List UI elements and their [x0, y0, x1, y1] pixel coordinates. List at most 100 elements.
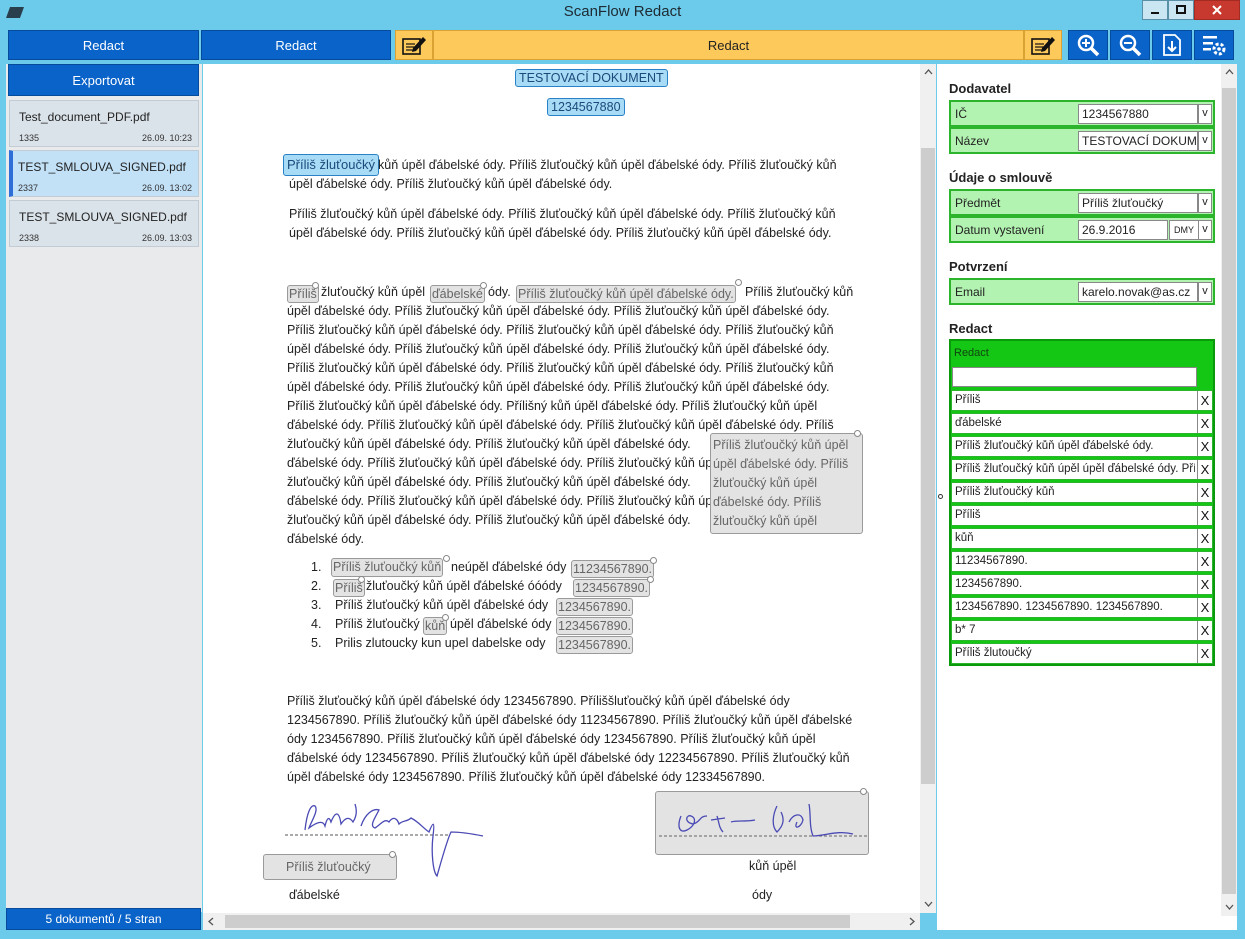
- redaction-highlight[interactable]: 1234567890.: [573, 579, 650, 597]
- date-input[interactable]: 26.9.2016: [1078, 220, 1168, 240]
- redaction-highlight[interactable]: 1234567890.: [556, 636, 633, 654]
- remove-highlight-icon[interactable]: [650, 557, 657, 564]
- redact-button-2[interactable]: Redact: [201, 30, 391, 60]
- scroll-right-arrow-icon[interactable]: [908, 917, 916, 926]
- date-dropdown-chevron-icon[interactable]: v: [1198, 220, 1212, 240]
- document-text-line: Příliš žluťoučký kůň: [745, 285, 854, 299]
- edit-mode-button-right[interactable]: [1024, 30, 1062, 60]
- panel-scroll-thumb[interactable]: [1222, 88, 1236, 894]
- remove-highlight-icon[interactable]: [389, 851, 396, 858]
- name-dropdown-chevron-icon[interactable]: v: [1198, 131, 1212, 151]
- remove-term-button[interactable]: X: [1197, 483, 1212, 502]
- redaction-highlight[interactable]: 1234567890.: [556, 617, 633, 635]
- remove-highlight-icon[interactable]: [647, 576, 654, 583]
- remove-term-button[interactable]: X: [1197, 575, 1212, 594]
- document-text-line: Prilis zlutoucky kun upel dabelske ody: [335, 636, 546, 650]
- field-subject: Předmět Příliš žluťoučký v: [949, 189, 1215, 216]
- redaction-highlight[interactable]: 11234567890.: [571, 560, 655, 578]
- remove-highlight-icon[interactable]: [442, 614, 449, 621]
- redact-term-item[interactable]: 1234567890. 1234567890. 1234567890. X: [951, 597, 1213, 618]
- redact-button-1[interactable]: Redact: [8, 30, 199, 60]
- document-vertical-scroll-thumb[interactable]: [921, 148, 935, 784]
- remove-term-button[interactable]: X: [1197, 552, 1212, 571]
- remove-highlight-icon[interactable]: [854, 430, 861, 437]
- redaction-highlight-signature-right[interactable]: [655, 791, 869, 855]
- remove-term-button[interactable]: X: [1197, 460, 1212, 479]
- zoom-in-button[interactable]: [1068, 30, 1108, 60]
- document-name: TEST_SMLOUVA_SIGNED.pdf: [18, 160, 186, 174]
- document-text-line: úpěl ďábelské ódy. Příliš žluťoučký kůň …: [289, 177, 613, 191]
- redact-term-item[interactable]: kůň X: [951, 528, 1213, 549]
- redact-term-item[interactable]: Příliš žluťoučký kůň X: [951, 482, 1213, 503]
- redact-term-item[interactable]: Příliš X: [951, 390, 1213, 411]
- ic-dropdown-chevron-icon[interactable]: v: [1198, 104, 1212, 124]
- subject-input[interactable]: Příliš žluťoučký: [1078, 193, 1198, 213]
- document-list-item-selected[interactable]: TEST_SMLOUVA_SIGNED.pdf 2337 26.09. 13:0…: [9, 150, 199, 197]
- scroll-down-arrow-icon[interactable]: [924, 900, 933, 908]
- remove-highlight-icon[interactable]: [443, 555, 450, 562]
- splitter-handle-icon[interactable]: [938, 494, 943, 499]
- remove-highlight-icon[interactable]: [480, 282, 487, 289]
- remove-term-button[interactable]: X: [1197, 644, 1212, 663]
- redact-term-item[interactable]: b* 7 X: [951, 620, 1213, 641]
- edit-mode-button[interactable]: [395, 30, 433, 60]
- settings-button[interactable]: [1194, 30, 1234, 60]
- remove-highlight-icon[interactable]: [312, 282, 319, 289]
- document-name: TEST_SMLOUVA_SIGNED.pdf: [19, 210, 187, 224]
- redact-term-item[interactable]: Příliš žluťoučký kůň úpěl ďábelské ódy. X: [951, 436, 1213, 457]
- scroll-up-arrow-icon[interactable]: [924, 68, 933, 76]
- zoom-out-button[interactable]: [1110, 30, 1150, 60]
- document-list-item[interactable]: Test_document_PDF.pdf 1335 26.09. 10:23: [9, 100, 199, 147]
- redaction-highlight[interactable]: ďábelské: [430, 285, 485, 303]
- ic-input[interactable]: 1234567880: [1078, 104, 1198, 124]
- maximize-button[interactable]: [1168, 0, 1194, 20]
- remove-highlight-icon[interactable]: [735, 279, 742, 286]
- redaction-highlight[interactable]: Příliš žluťoučký kůň úpěl ďábelské ódy.: [516, 285, 736, 303]
- remove-term-button[interactable]: X: [1197, 529, 1212, 548]
- redact-term-item[interactable]: Příliš žluťoučký kůň úpěl úpěl ďábelské …: [951, 459, 1213, 480]
- redact-term-item[interactable]: 1234567890. X: [951, 574, 1213, 595]
- close-button[interactable]: [1194, 0, 1240, 20]
- redact-term-item[interactable]: Příliš žlutoučký X: [951, 643, 1213, 664]
- redaction-highlight[interactable]: 1234567890.: [556, 598, 633, 616]
- redact-term-input[interactable]: [952, 367, 1197, 387]
- redaction-highlight-title[interactable]: TESTOVACÍ DOKUMENT: [515, 69, 668, 87]
- date-format-button[interactable]: DMY: [1169, 220, 1199, 240]
- redact-term-item[interactable]: 11234567890. X: [951, 551, 1213, 572]
- document-horizontal-scroll-thumb[interactable]: [225, 915, 850, 928]
- panel-scroll-up-icon[interactable]: [1225, 68, 1234, 76]
- remove-term-button[interactable]: X: [1197, 598, 1212, 617]
- redaction-highlight-signature[interactable]: Příliš žluťoučký: [263, 854, 397, 880]
- remove-term-button[interactable]: X: [1197, 391, 1212, 410]
- document-count-status: 5 dokumentů / 5 stran: [6, 908, 201, 930]
- download-button[interactable]: [1152, 30, 1192, 60]
- redaction-highlight-block[interactable]: Příliš žluťoučký kůň úpěl úpěl ďábelské …: [710, 433, 863, 534]
- minimize-button[interactable]: [1142, 0, 1168, 20]
- redact-term-item[interactable]: ďábelské X: [951, 413, 1213, 434]
- remove-highlight-icon[interactable]: [860, 788, 867, 795]
- remove-term-button[interactable]: X: [1197, 414, 1212, 433]
- remove-term-button[interactable]: X: [1197, 437, 1212, 456]
- redaction-highlight-selected[interactable]: Příliš žluťoučký: [283, 154, 379, 176]
- redaction-block-line: žluťoučký kůň úpěl: [713, 476, 818, 490]
- panel-scroll-down-icon[interactable]: [1225, 903, 1234, 911]
- redact-term-item[interactable]: Příliš X: [951, 505, 1213, 526]
- document-list-item[interactable]: TEST_SMLOUVA_SIGNED.pdf 2338 26.09. 13:0…: [9, 200, 199, 247]
- maximize-icon: [1176, 5, 1186, 14]
- scroll-left-arrow-icon[interactable]: [207, 917, 215, 926]
- subject-dropdown-chevron-icon[interactable]: v: [1198, 193, 1212, 213]
- document-text-line: úpěl ďábelské ódy. Příliš žluťoučký kůň …: [287, 342, 830, 356]
- section-title-supplier: Dodavatel: [949, 81, 1012, 96]
- export-button[interactable]: Exportovat: [8, 64, 199, 96]
- email-dropdown-chevron-icon[interactable]: v: [1198, 282, 1212, 302]
- email-input[interactable]: karelo.novak@as.cz: [1078, 282, 1198, 302]
- name-input[interactable]: TESTOVACÍ DOKUMENT: [1078, 131, 1198, 151]
- redaction-highlight[interactable]: Příliš žluťoučký kůň: [331, 558, 444, 577]
- redact-mode-bar[interactable]: Redact: [433, 30, 1024, 60]
- document-viewer[interactable]: TESTOVACÍ DOKUMENT 1234567880 Příliš žlu…: [203, 64, 920, 913]
- remove-term-button[interactable]: X: [1197, 506, 1212, 525]
- redaction-highlight-number[interactable]: 1234567880: [547, 98, 625, 116]
- remove-term-button[interactable]: X: [1197, 621, 1212, 640]
- remove-highlight-icon[interactable]: [358, 576, 365, 583]
- document-text-line: ďábelské ódy 1234567890. Příliš žluťoučk…: [287, 751, 850, 765]
